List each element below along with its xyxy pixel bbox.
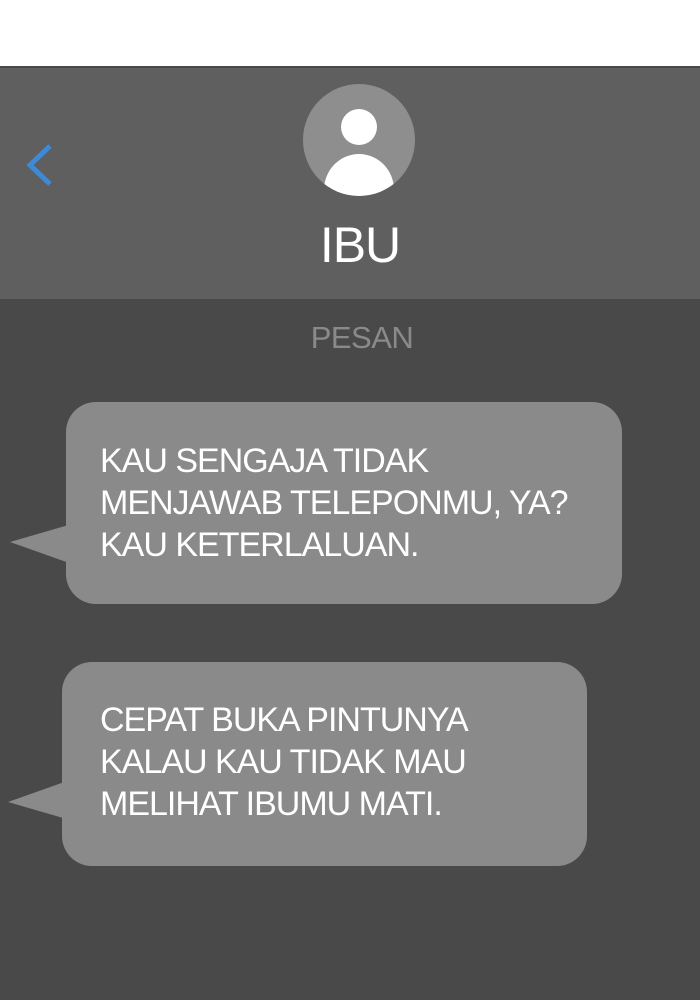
message-bubble[interactable]: CEPAT BUKA PINTUNYA KALAU KAU TIDAK MAU … [62,662,587,866]
message-text: CEPAT BUKA PINTUNYA KALAU KAU TIDAK MAU … [100,699,587,825]
contact-name: IBU [319,217,401,273]
message-line: MELIHAT IBUMU MATI. [100,785,443,823]
phone-page: IBU PESAN KAU SENGAJA TIDAK MENJAWAB TEL… [0,0,700,1000]
contact-avatar[interactable] [303,84,415,196]
back-button[interactable] [22,140,62,190]
message-line: KALAU KAU TIDAK MAU [100,743,467,781]
chevron-left-icon [26,144,52,186]
message-line: CEPAT BUKA PINTUNYA [100,701,469,739]
person-icon [324,109,394,196]
message-line: KAU SENGAJA TIDAK [100,442,429,480]
message-text: KAU SENGAJA TIDAK MENJAWAB TELEPONMU, YA… [100,440,622,566]
messages-section-label: PESAN [310,320,414,355]
message-bubble[interactable]: KAU SENGAJA TIDAK MENJAWAB TELEPONMU, YA… [66,402,622,604]
message-line: KAU KETERLALUAN. [100,526,419,564]
message-line: MENJAWAB TELEPONMU, YA? [100,484,569,522]
